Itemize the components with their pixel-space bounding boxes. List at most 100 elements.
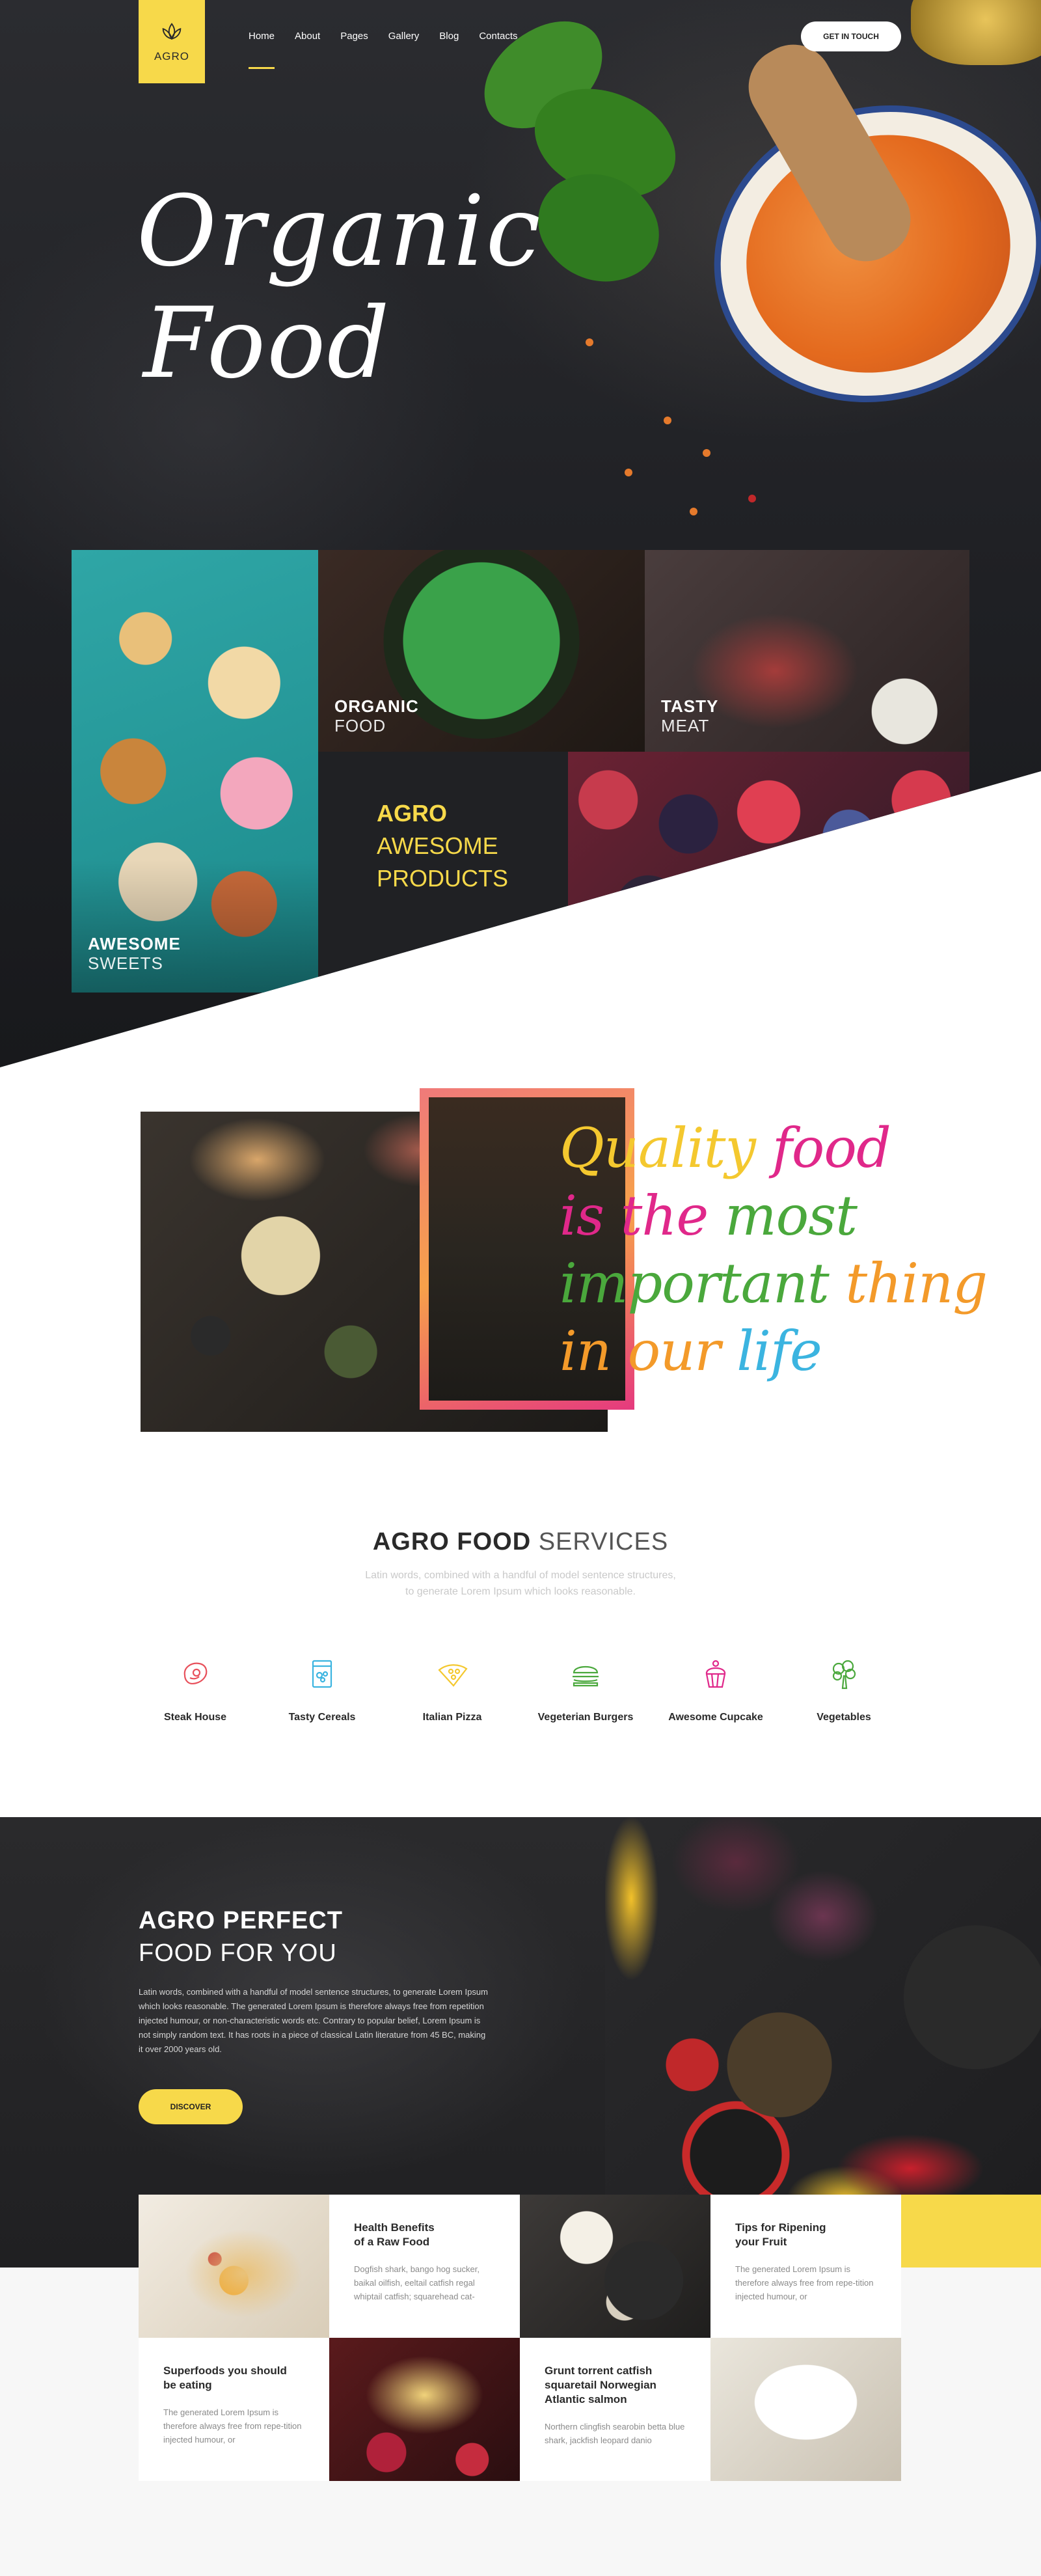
tile-label-bold: ORGANIC bbox=[334, 696, 419, 716]
tile-label-light: SWEETS bbox=[88, 953, 163, 973]
quote-word: is the bbox=[560, 1184, 709, 1248]
main-nav: Home About Pages Gallery Blog Contacts bbox=[249, 31, 538, 69]
article-card[interactable]: Superfoods you should be eating The gener… bbox=[139, 2338, 329, 2481]
agro-products-bold: AGRO bbox=[377, 800, 447, 827]
get-in-touch-button[interactable]: GET IN TOUCH bbox=[801, 21, 901, 51]
pizza-icon bbox=[431, 1653, 473, 1695]
services-title-light: SERVICES bbox=[538, 1528, 669, 1555]
nav-contacts[interactable]: Contacts bbox=[479, 31, 517, 42]
article-title: Grunt torrent catfish squaretail Norwegia… bbox=[545, 2364, 686, 2407]
service-awesome-cupcake[interactable]: Awesome Cupcake bbox=[654, 1653, 777, 1723]
service-label: Italian Pizza bbox=[422, 1712, 482, 1723]
quote-line1: Quality food bbox=[560, 1114, 987, 1182]
quote-word: Quality bbox=[560, 1116, 756, 1180]
tile-juicy-fruits[interactable]: JUICY FRUITS bbox=[568, 752, 969, 993]
perfect-title-bold: AGRO PERFECT bbox=[139, 1907, 343, 1934]
broccoli-icon bbox=[823, 1653, 865, 1695]
lentil-speck bbox=[703, 449, 710, 457]
article-image-raw-food[interactable] bbox=[139, 2195, 329, 2338]
articles-grid: Health Benefits of a Raw Food Dogfish sha… bbox=[139, 2195, 901, 2481]
tile-label: ORGANIC FOOD bbox=[334, 696, 419, 735]
agro-products-line2: AWESOME bbox=[377, 832, 498, 859]
service-vegetables[interactable]: Vegetables bbox=[782, 1653, 906, 1723]
article-title-line1: Tips for Ripening bbox=[735, 2221, 826, 2234]
quote-word: thing bbox=[845, 1252, 988, 1315]
article-image-superfoods[interactable] bbox=[329, 2338, 520, 2481]
tile-label: TASTY MEAT bbox=[661, 696, 718, 735]
tile-label: AWESOME SWEETS bbox=[88, 934, 181, 973]
tile-label-light: MEAT bbox=[661, 716, 710, 735]
article-title-line2: of a Raw Food bbox=[354, 2236, 430, 2248]
quality-quote: Quality food is the most important thing… bbox=[560, 1114, 988, 1385]
steak-icon bbox=[174, 1653, 216, 1695]
quote-word: life bbox=[737, 1319, 822, 1383]
quote-word: most bbox=[724, 1184, 858, 1248]
quote-word: important bbox=[560, 1252, 830, 1315]
article-image-yogurt[interactable] bbox=[710, 2338, 901, 2481]
service-label: Vegeterian Burgers bbox=[537, 1712, 634, 1723]
agro-products-text: AGRO AWESOME PRODUCTS bbox=[377, 797, 508, 895]
article-excerpt: The generated Lorem Ipsum is therefore a… bbox=[163, 2407, 302, 2445]
hero-title: Organic Food bbox=[137, 176, 542, 400]
services-title: AGRO FOOD SERVICES bbox=[0, 1528, 1041, 1556]
tile-label: JUICY FRUITS bbox=[584, 934, 649, 973]
service-tasty-cereals[interactable]: Tasty Cereals bbox=[260, 1653, 384, 1723]
tile-label-bold: TASTY bbox=[661, 696, 719, 716]
tile-awesome-sweets[interactable]: AWESOME SWEETS bbox=[72, 550, 318, 993]
lentil-speck bbox=[586, 338, 593, 346]
article-title: Health Benefits of a Raw Food bbox=[354, 2221, 495, 2249]
hero-section: AGRO Home About Pages Gallery Blog Conta… bbox=[0, 0, 1041, 1067]
service-steak-house[interactable]: Steak House bbox=[133, 1653, 257, 1723]
perfect-body-text: Latin words, combined with a handful of … bbox=[139, 1987, 488, 2054]
article-excerpt: Dogfish shark, bango hog sucker, baikal … bbox=[354, 2264, 480, 2301]
article-title-line2: be eating bbox=[163, 2379, 212, 2391]
nav-gallery[interactable]: Gallery bbox=[388, 31, 420, 42]
tile-label-bold: AWESOME bbox=[88, 934, 181, 953]
quote-word: food bbox=[772, 1116, 891, 1180]
service-label: Awesome Cupcake bbox=[668, 1712, 763, 1723]
article-card[interactable]: Tips for Ripening your Fruit The generate… bbox=[710, 2195, 901, 2338]
services-title-bold: AGRO FOOD bbox=[372, 1528, 532, 1555]
article-card[interactable]: Grunt torrent catfish squaretail Norwegia… bbox=[520, 2338, 710, 2481]
tile-organic-food[interactable]: ORGANIC FOOD bbox=[318, 550, 645, 752]
tile-label-bold: JUICY bbox=[584, 934, 638, 953]
leaf-logo-icon bbox=[162, 23, 182, 40]
page: AGRO Home About Pages Gallery Blog Conta… bbox=[0, 0, 1041, 2576]
article-image-ripening[interactable] bbox=[520, 2195, 710, 2338]
hero-title-line2: Food bbox=[143, 287, 391, 400]
agro-products-line3: PRODUCTS bbox=[377, 865, 509, 892]
oil-bowl-decoration bbox=[911, 0, 1041, 65]
nav-about[interactable]: About bbox=[295, 31, 320, 42]
quote-line3: important thing bbox=[560, 1250, 988, 1317]
service-label: Steak House bbox=[163, 1712, 227, 1723]
logo[interactable]: AGRO bbox=[139, 0, 205, 83]
tile-agro-products: AGRO AWESOME PRODUCTS bbox=[318, 752, 568, 993]
nav-pages[interactable]: Pages bbox=[340, 31, 368, 42]
service-italian-pizza[interactable]: Italian Pizza bbox=[390, 1653, 514, 1723]
tile-tasty-meat[interactable]: TASTY MEAT bbox=[645, 550, 969, 752]
nav-blog[interactable]: Blog bbox=[439, 31, 459, 42]
logo-text: AGRO bbox=[154, 50, 190, 62]
tile-label-light: FOOD bbox=[334, 716, 386, 735]
article-card[interactable]: Health Benefits of a Raw Food Dogfish sha… bbox=[329, 2195, 520, 2338]
article-title-line2: squaretail Norwegian Atlantic salmon bbox=[545, 2379, 656, 2405]
discover-button[interactable]: DISCOVER bbox=[139, 2089, 243, 2124]
yellow-accent-band bbox=[900, 2195, 1041, 2268]
article-excerpt: The generated Lorem Ipsum is therefore a… bbox=[735, 2264, 874, 2301]
lentil-speck bbox=[664, 417, 671, 424]
quote-line2: is the most bbox=[560, 1182, 987, 1250]
cereal-icon bbox=[301, 1653, 343, 1695]
article-excerpt: Northern clingfish searobin betta blue s… bbox=[545, 2422, 685, 2445]
quote-line4: in our life bbox=[560, 1317, 987, 1385]
article-title: Tips for Ripening your Fruit bbox=[735, 2221, 876, 2249]
services-subtitle-line2: to generate Lorem Ipsum which looks reas… bbox=[405, 1586, 636, 1597]
service-vegeterian-burgers[interactable]: Vegeterian Burgers bbox=[524, 1653, 647, 1723]
cupcake-icon bbox=[695, 1653, 737, 1695]
nav-home[interactable]: Home bbox=[249, 31, 275, 69]
lentil-speck bbox=[625, 469, 632, 476]
services-subtitle-line1: Latin words, combined with a handful of … bbox=[365, 1570, 676, 1581]
article-title-line1: Superfoods you should bbox=[163, 2364, 287, 2377]
hero-title-line1: Organic bbox=[137, 175, 542, 288]
article-title-line2: your Fruit bbox=[735, 2236, 787, 2248]
lentil-speck bbox=[690, 508, 697, 515]
